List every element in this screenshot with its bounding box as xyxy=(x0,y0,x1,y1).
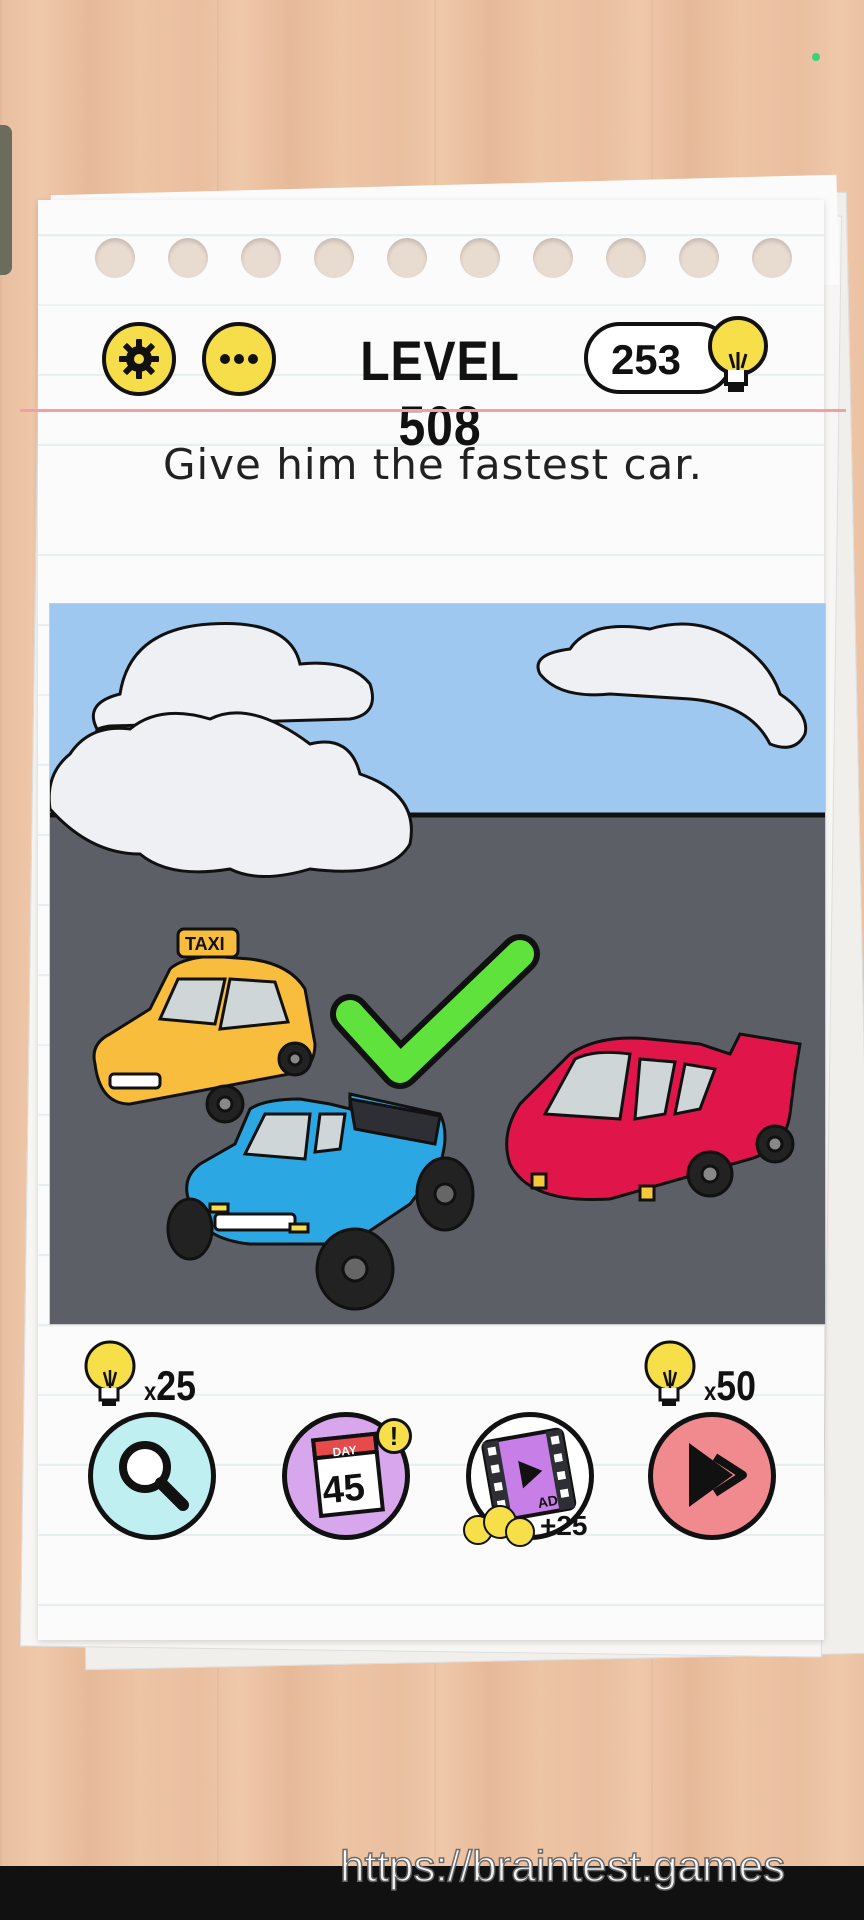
taxi-sign: TAXI xyxy=(185,934,225,954)
magnify-hint-button[interactable] xyxy=(88,1412,216,1540)
more-dots-icon xyxy=(220,354,258,364)
ad-reward-text: +25 xyxy=(540,1510,588,1541)
tool-bar: x25 DAY 45 ! AD +25 x50 xyxy=(0,1330,864,1560)
scene-drawing: TAXI xyxy=(50,604,825,1324)
skip-cost: x50 xyxy=(704,1362,757,1409)
lightbulb-icon xyxy=(708,316,768,392)
daily-alert-badge: ! xyxy=(376,1418,412,1454)
magnifier-icon xyxy=(119,1441,189,1511)
skip-forward-icon xyxy=(689,1443,747,1507)
magnify-cost: x25 xyxy=(144,1362,197,1409)
more-button[interactable] xyxy=(202,322,276,396)
status-indicator xyxy=(812,53,820,61)
gear-icon xyxy=(119,339,159,379)
hint-count: 253 xyxy=(610,336,682,383)
lightbulb-icon xyxy=(644,1340,696,1406)
calendar-day-number: 45 xyxy=(320,1466,366,1512)
bulb-reward-icon xyxy=(463,1505,535,1547)
puzzle-scene[interactable]: TAXI xyxy=(49,603,826,1325)
lightbulb-icon xyxy=(84,1340,136,1406)
skip-level-button[interactable] xyxy=(648,1412,776,1540)
question-text: Give him the fastest car. xyxy=(162,440,704,489)
margin-line xyxy=(20,409,846,412)
level-title: LEVEL 508 xyxy=(360,329,520,457)
calendar-day-label: DAY xyxy=(332,1443,358,1459)
level-header: LEVEL 508 253 xyxy=(0,316,864,457)
watermark-url: https://braintest.games xyxy=(339,1841,786,1892)
edge-tab[interactable] xyxy=(0,125,12,275)
binder-holes xyxy=(95,238,815,278)
settings-button[interactable] xyxy=(102,322,176,396)
